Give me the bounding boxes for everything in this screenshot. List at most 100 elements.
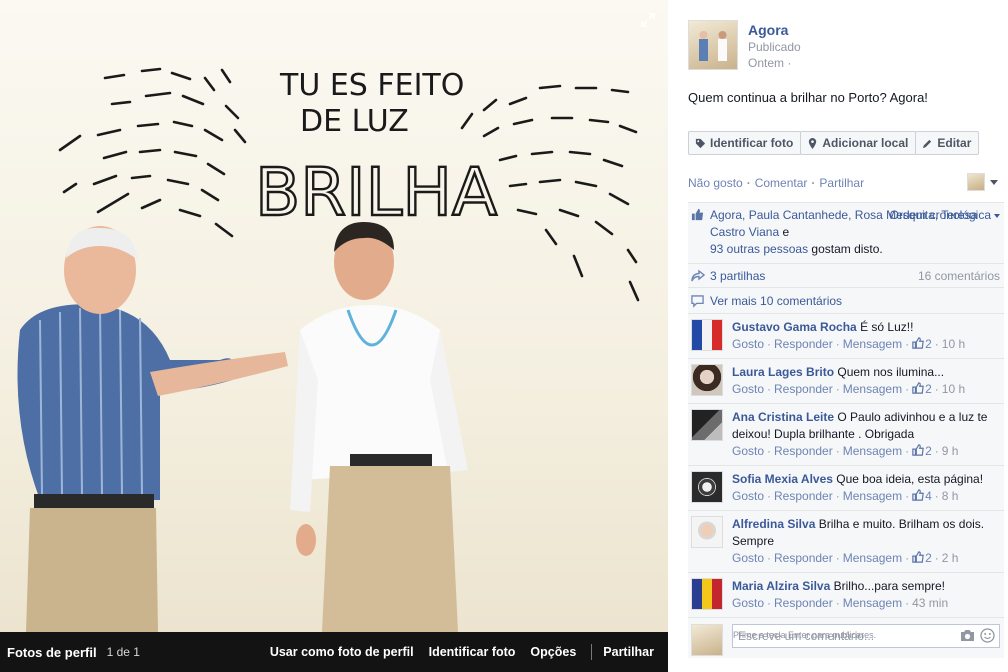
comment-reply-link[interactable]: Responder — [774, 596, 833, 610]
comment-order-label: Ordem cronológica — [889, 208, 991, 222]
commenter-name[interactable]: Laura Lages Brito — [732, 365, 834, 379]
thumbs-up-icon — [912, 551, 924, 563]
composer-avatar — [691, 624, 723, 656]
comment-bubble-icon — [691, 295, 704, 308]
commenter-name[interactable]: Ana Cristina Leite — [732, 410, 834, 424]
comment-reply-link[interactable]: Responder — [774, 337, 833, 351]
comment-message-link[interactable]: Mensagem — [843, 337, 902, 351]
thumbs-up-icon — [691, 208, 704, 221]
commenter-name[interactable]: Sofia Mexia Alves — [732, 472, 833, 486]
likers-suffix: gostam disto. — [808, 242, 883, 256]
chevron-down-icon — [994, 213, 1000, 218]
author-avatar[interactable] — [688, 20, 738, 70]
comment-item: Gustavo Gama Rocha É só Luz!! Gosto · Respo… — [688, 314, 1004, 359]
actor-selector[interactable] — [967, 173, 998, 191]
view-more-comments[interactable]: Ver mais 10 comentários — [688, 288, 1004, 314]
photo[interactable]: TU ES FEITO DE LUZ BRILHA — [0, 0, 668, 632]
tag-photo-label: Identificar foto — [710, 136, 794, 150]
comment-like-count[interactable]: 4 — [925, 489, 932, 503]
commenter-avatar[interactable] — [691, 409, 723, 441]
edit-button[interactable]: Editar — [915, 131, 980, 155]
comment-time[interactable]: 9 h — [942, 444, 959, 458]
share-photo-button[interactable]: Partilhar — [603, 645, 654, 659]
comment-like-count[interactable]: 2 — [925, 382, 932, 396]
photo-edit-toolbar: Identificar foto Adicionar local Editar — [688, 131, 980, 155]
divider — [591, 644, 593, 660]
likers-and: e — [779, 225, 790, 239]
commenter-avatar[interactable] — [691, 364, 723, 396]
location-pin-icon — [809, 137, 817, 149]
comment-message-link[interactable]: Mensagem — [843, 551, 902, 565]
comment-time[interactable]: 10 h — [942, 382, 965, 396]
comment-like-link[interactable]: Gosto — [732, 444, 764, 458]
comment-item: Ana Cristina Leite O Paulo adivinhou e a… — [688, 404, 1004, 466]
comment-time[interactable]: 10 h — [942, 337, 965, 351]
album-position: 1 de 1 — [106, 645, 140, 659]
comment-like-link[interactable]: Gosto — [732, 551, 764, 565]
commenter-avatar[interactable] — [691, 319, 723, 351]
thumbs-up-icon — [912, 489, 924, 501]
post-meta-published: Publicado — [748, 40, 801, 54]
commenter-avatar[interactable] — [691, 471, 723, 503]
photo-action-bar: Fotos de perfil 1 de 1 Usar como foto de… — [0, 632, 668, 672]
pencil-icon — [923, 139, 932, 148]
comment-time[interactable]: 8 h — [942, 489, 959, 503]
edit-label: Editar — [937, 136, 972, 150]
comment-order-dropdown[interactable]: Ordem cronológica — [890, 207, 1000, 224]
shares-link[interactable]: 3 partilhas — [710, 269, 765, 283]
people-illustration — [17, 222, 468, 632]
album-title[interactable]: Fotos de perfil — [7, 645, 97, 660]
comment-like-count[interactable]: 2 — [925, 337, 932, 351]
use-as-profile-button[interactable]: Usar como foto de perfil — [270, 645, 414, 659]
share-arrow-icon — [691, 269, 705, 282]
comment-reply-link[interactable]: Responder — [774, 489, 833, 503]
commenter-name[interactable]: Maria Alzira Silva — [732, 579, 830, 593]
options-button[interactable]: Opções — [530, 645, 576, 659]
commenter-name[interactable]: Alfredina Silva — [732, 517, 815, 531]
camera-icon[interactable] — [960, 629, 975, 642]
chevron-down-icon — [990, 179, 998, 185]
post-caption: Quem continua a brilhar no Porto? Agora! — [688, 90, 928, 105]
comment-reply-link[interactable]: Responder — [774, 551, 833, 565]
comment-like-link[interactable]: Gosto — [732, 596, 764, 610]
comment-message-link[interactable]: Mensagem — [843, 382, 902, 396]
comment-message-link[interactable]: Mensagem — [843, 596, 902, 610]
comment-text: Brilho...para sempre! — [833, 579, 946, 593]
comment-like-link[interactable]: Gosto — [732, 489, 764, 503]
comment-like-count[interactable]: 2 — [925, 551, 932, 565]
comment-item: Sofia Mexia Alves Que boa ideia, esta pá… — [688, 466, 1004, 511]
comment-time[interactable]: 43 min — [912, 596, 948, 610]
emoji-icon[interactable] — [980, 628, 995, 643]
comment-like-link[interactable]: Gosto — [732, 337, 764, 351]
comment-time[interactable]: 2 h — [942, 551, 959, 565]
thumbs-up-icon — [912, 444, 924, 456]
comment-reply-link[interactable]: Responder — [774, 382, 833, 396]
expand-arrows-icon[interactable] — [640, 12, 656, 28]
comment-list: Gustavo Gama Rocha É só Luz!! Gosto · Respo… — [688, 314, 1004, 618]
tag-icon — [695, 138, 706, 148]
commenter-avatar[interactable] — [691, 578, 723, 610]
likers-others-link[interactable]: 93 outras pessoas — [710, 242, 808, 256]
commenter-avatar[interactable] — [691, 516, 723, 548]
comment-link[interactable]: Comentar — [755, 176, 808, 190]
comment-like-count[interactable]: 2 — [925, 444, 932, 458]
comment-text: É só Luz!! — [860, 320, 914, 334]
commenter-name[interactable]: Gustavo Gama Rocha — [732, 320, 857, 334]
comment-message-link[interactable]: Mensagem — [843, 444, 902, 458]
comment-text: Quem nos ilumina... — [837, 365, 945, 379]
comment-like-link[interactable]: Gosto — [732, 382, 764, 396]
comment-item: Maria Alzira Silva Brilho...para sempre!… — [688, 573, 1004, 618]
post-actions: Não gosto · Comentar · Partilhar — [688, 176, 865, 190]
share-link[interactable]: Partilhar — [819, 176, 864, 190]
author-name[interactable]: Agora — [748, 22, 788, 38]
comment-message-link[interactable]: Mensagem — [843, 489, 902, 503]
thumbs-up-icon — [912, 382, 924, 394]
comment-count: 16 comentários — [917, 269, 1000, 283]
tag-photo-side-button[interactable]: Identificar foto — [688, 131, 802, 155]
post-timestamp[interactable]: Ontem · — [748, 56, 791, 70]
add-location-button[interactable]: Adicionar local — [800, 131, 917, 155]
comment-reply-link[interactable]: Responder — [774, 444, 833, 458]
add-location-label: Adicionar local — [822, 136, 909, 150]
unlike-link[interactable]: Não gosto — [688, 176, 743, 190]
tag-photo-button[interactable]: Identificar foto — [429, 645, 516, 659]
